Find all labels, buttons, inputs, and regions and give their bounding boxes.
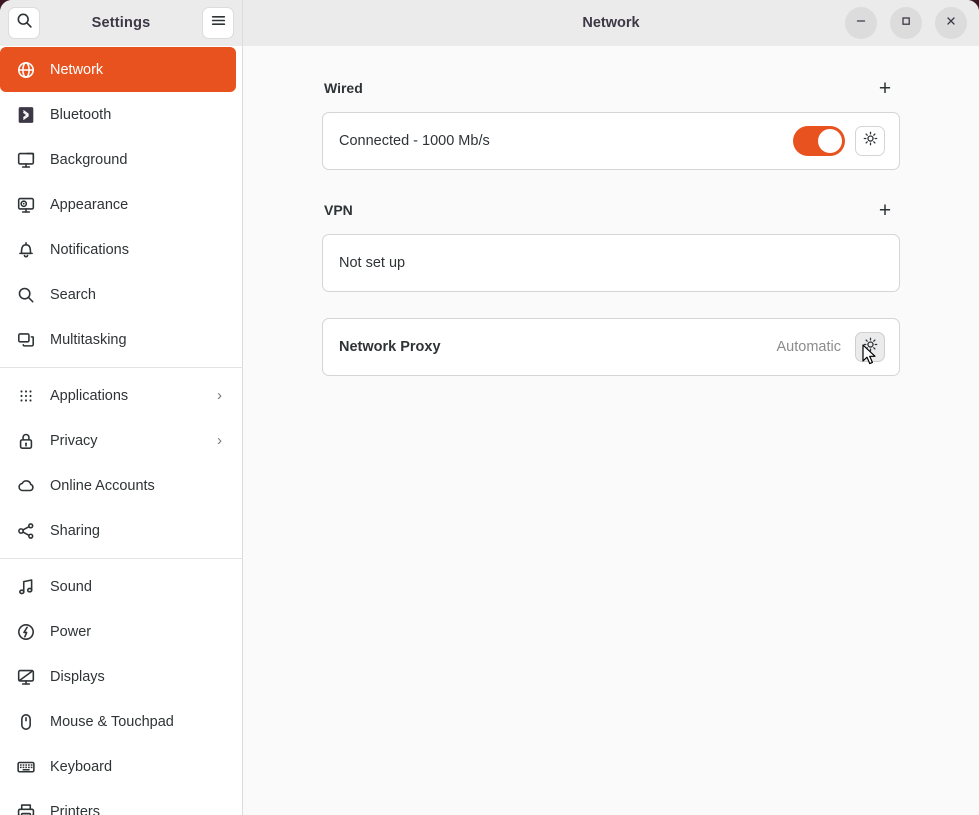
add-wired-button[interactable]: +	[872, 75, 898, 101]
hamburger-menu-icon	[210, 12, 227, 34]
sidebar-item-label: Notifications	[50, 242, 222, 258]
mouse-icon	[16, 712, 36, 732]
close-button[interactable]	[935, 7, 967, 39]
main-menu-button[interactable]	[202, 7, 234, 39]
sidebar-item-privacy[interactable]: Privacy ›	[0, 418, 236, 463]
sidebar-item-multitasking[interactable]: Multitasking	[0, 317, 236, 362]
sidebar-item-label: Multitasking	[50, 332, 222, 348]
network-proxy-settings-button[interactable]	[855, 332, 885, 362]
sidebar-item-label: Keyboard	[50, 759, 222, 775]
network-proxy-row[interactable]: Network Proxy Automatic	[323, 319, 899, 375]
vpn-section-header: VPN +	[322, 196, 900, 224]
sidebar-item-sound[interactable]: Sound	[0, 564, 236, 609]
maximize-button[interactable]	[890, 7, 922, 39]
sidebar-headerbar: Settings	[0, 0, 243, 46]
printer-icon	[16, 802, 36, 815]
sidebar-item-label: Bluetooth	[50, 107, 222, 123]
sidebar-item-label: Background	[50, 152, 222, 168]
sidebar-item-applications[interactable]: Applications ›	[0, 373, 236, 418]
main-headerbar: Network	[243, 0, 979, 46]
sidebar-item-search[interactable]: Search	[0, 272, 236, 317]
sidebar-item-keyboard[interactable]: Keyboard	[0, 744, 236, 789]
add-vpn-button[interactable]: +	[872, 197, 898, 223]
display-icon	[16, 667, 36, 687]
sidebar-item-label: Applications	[50, 388, 203, 404]
wired-section-header: Wired +	[322, 74, 900, 102]
gear-icon	[863, 131, 878, 151]
sidebar-header-title: Settings	[46, 15, 196, 31]
settings-window: Settings Network	[0, 0, 979, 815]
vpn-title: VPN	[324, 202, 872, 218]
sidebar-item-background[interactable]: Background	[0, 137, 236, 182]
sidebar-item-label: Printers	[50, 804, 222, 815]
sidebar-item-label: Search	[50, 287, 222, 303]
sidebar-item-online-accounts[interactable]: Online Accounts	[0, 463, 236, 508]
minimize-button[interactable]	[845, 7, 877, 39]
windows-icon	[16, 330, 36, 350]
sidebar-item-sharing[interactable]: Sharing	[0, 508, 236, 553]
search-button[interactable]	[8, 7, 40, 39]
window-body: Network Bluetooth Background Appearance Noti…	[0, 46, 979, 815]
window-controls	[845, 7, 967, 39]
cloud-icon	[16, 476, 36, 496]
sidebar-separator	[0, 558, 242, 559]
wired-connection-row: Connected - 1000 Mb/s	[323, 113, 899, 169]
maximize-icon	[900, 14, 912, 32]
wired-connection-label: Connected - 1000 Mb/s	[339, 133, 783, 149]
share-icon	[16, 521, 36, 541]
globe-icon	[16, 60, 36, 80]
close-icon	[945, 14, 957, 32]
sidebar-item-printers[interactable]: Printers	[0, 789, 236, 815]
sidebar-item-label: Network	[50, 62, 222, 78]
sidebar: Network Bluetooth Background Appearance Noti…	[0, 46, 243, 815]
vpn-card: Not set up	[322, 234, 900, 292]
sidebar-item-label: Appearance	[50, 197, 222, 213]
search-icon	[16, 12, 33, 34]
keyboard-icon	[16, 757, 36, 777]
sidebar-item-label: Mouse & Touchpad	[50, 714, 222, 730]
vpn-status-label: Not set up	[339, 255, 885, 271]
sidebar-item-network[interactable]: Network	[0, 47, 236, 92]
network-proxy-card: Network Proxy Automatic	[322, 318, 900, 376]
sidebar-item-label: Sharing	[50, 523, 222, 539]
sidebar-item-displays[interactable]: Displays	[0, 654, 236, 699]
vpn-status-row: Not set up	[323, 235, 899, 291]
sidebar-item-label: Power	[50, 624, 222, 640]
network-proxy-value: Automatic	[777, 339, 841, 355]
appearance-icon	[16, 195, 36, 215]
wired-settings-button[interactable]	[855, 126, 885, 156]
sidebar-item-label: Sound	[50, 579, 222, 595]
sidebar-separator	[0, 367, 242, 368]
gear-icon	[863, 337, 878, 357]
toggle-knob	[818, 129, 842, 153]
minimize-icon	[855, 14, 867, 32]
lock-icon	[16, 431, 36, 451]
sidebar-item-label: Displays	[50, 669, 222, 685]
sidebar-item-notifications[interactable]: Notifications	[0, 227, 236, 272]
headerbar: Settings Network	[0, 0, 979, 46]
sidebar-item-bluetooth[interactable]: Bluetooth	[0, 92, 236, 137]
background-icon	[16, 150, 36, 170]
sidebar-item-appearance[interactable]: Appearance	[0, 182, 236, 227]
sidebar-item-power[interactable]: Power	[0, 609, 236, 654]
wired-title: Wired	[324, 80, 872, 96]
sidebar-item-label: Privacy	[50, 433, 203, 449]
wired-card: Connected - 1000 Mb/s	[322, 112, 900, 170]
grid-dots-icon	[16, 386, 36, 406]
network-proxy-label: Network Proxy	[339, 339, 767, 355]
sidebar-item-label: Online Accounts	[50, 478, 222, 494]
chevron-right-icon: ›	[217, 387, 222, 404]
bell-icon	[16, 240, 36, 260]
network-panel: Wired + Connected - 1000 Mb/s	[243, 46, 979, 815]
wired-toggle[interactable]	[793, 126, 845, 156]
search-icon	[16, 285, 36, 305]
power-icon	[16, 622, 36, 642]
sidebar-item-mouse-touchpad[interactable]: Mouse & Touchpad	[0, 699, 236, 744]
bluetooth-icon	[16, 105, 36, 125]
chevron-right-icon: ›	[217, 432, 222, 449]
music-note-icon	[16, 577, 36, 597]
